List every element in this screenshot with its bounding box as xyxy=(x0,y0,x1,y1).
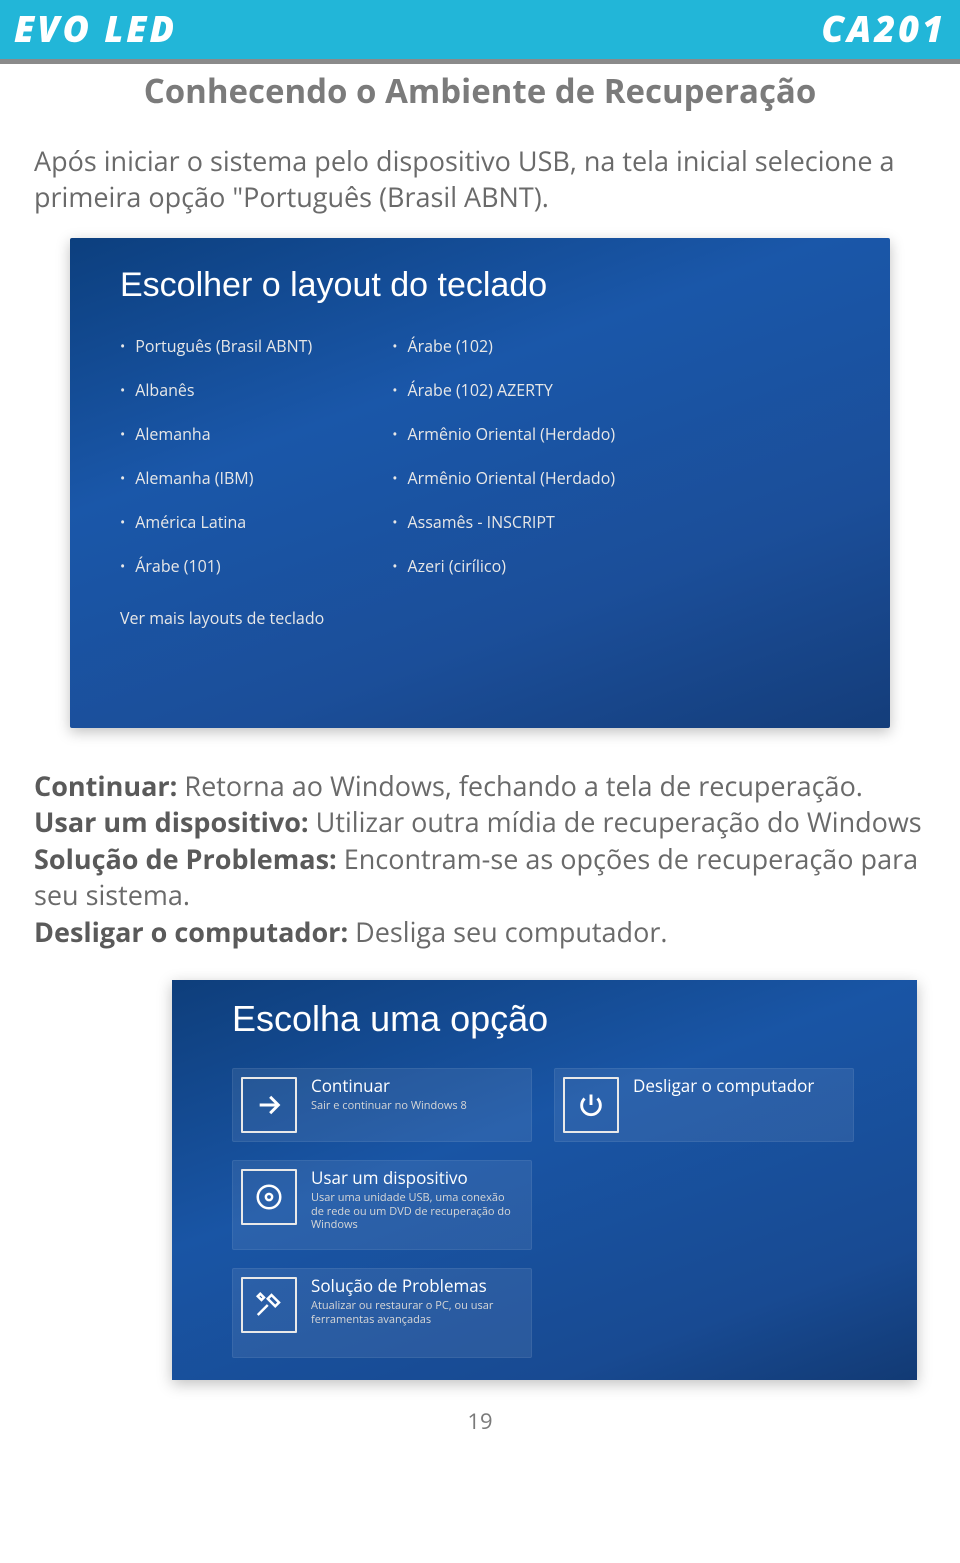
arrow-right-icon xyxy=(241,1077,297,1133)
def-continuar-text: Retorna ao Windows, fechando a tela de r… xyxy=(177,767,863,804)
tile-desligar[interactable]: Desligar o computador xyxy=(554,1068,854,1142)
def-usar-label: Usar um dispositivo: xyxy=(34,803,309,840)
disc-icon xyxy=(241,1169,297,1225)
keyboard-col-2: Árabe (102) Árabe (102) AZERTY Armênio O… xyxy=(392,335,615,577)
keyboard-option[interactable]: Alemanha xyxy=(120,423,312,445)
keyboard-option[interactable]: Alemanha (IBM) xyxy=(120,467,312,489)
tile-solucao-problemas[interactable]: Solução de Problemas Atualizar ou restau… xyxy=(232,1268,532,1358)
keyboard-option[interactable]: Armênio Oriental (Herdado) xyxy=(392,467,615,489)
tile-subtitle: Atualizar ou restaurar o PC, ou usar fer… xyxy=(311,1299,519,1327)
keyboard-option[interactable]: Assamês - INSCRIPT xyxy=(392,511,615,533)
choose-option-title: Escolha uma opção xyxy=(232,998,877,1040)
keyboard-col-1: Português (Brasil ABNT) Albanês Alemanha… xyxy=(120,335,312,577)
keyboard-option[interactable]: Armênio Oriental (Herdado) xyxy=(392,423,615,445)
def-usar-text: Utilizar outra mídia de recuperação do W… xyxy=(309,803,922,840)
keyboard-option[interactable]: Árabe (102) AZERTY xyxy=(392,379,615,401)
tile-title: Continuar xyxy=(311,1077,467,1096)
tile-subtitle: Usar uma unidade USB, uma conexão de red… xyxy=(311,1191,519,1232)
tools-icon xyxy=(241,1277,297,1333)
tile-usar-dispositivo[interactable]: Usar um dispositivo Usar uma unidade USB… xyxy=(232,1160,532,1250)
keyboard-option[interactable]: Árabe (102) xyxy=(392,335,615,357)
keyboard-more-link[interactable]: Ver mais layouts de teclado xyxy=(120,607,840,629)
keyboard-option[interactable]: Azeri (cirílico) xyxy=(392,555,615,577)
brand-right: CA201 xyxy=(821,4,946,53)
tile-subtitle: Sair e continuar no Windows 8 xyxy=(311,1099,467,1113)
intro-paragraph: Após iniciar o sistema pelo dispositivo … xyxy=(34,143,926,216)
def-desligar-text: Desliga seu computador. xyxy=(348,913,667,950)
power-icon xyxy=(563,1077,619,1133)
screenshot-choose-option: Escolha uma opção Continuar Sair e conti… xyxy=(172,980,917,1380)
tile-continuar[interactable]: Continuar Sair e continuar no Windows 8 xyxy=(232,1068,532,1142)
brand-left: EVO LED xyxy=(14,4,177,53)
section-title: Conhecendo o Ambiente de Recuperação xyxy=(0,68,960,113)
keyboard-option[interactable]: Português (Brasil ABNT) xyxy=(120,335,312,357)
def-desligar-label: Desligar o computador: xyxy=(34,913,348,950)
tile-title: Solução de Problemas xyxy=(311,1277,519,1296)
header-bar: EVO LED CA201 xyxy=(0,0,960,64)
tile-title: Usar um dispositivo xyxy=(311,1169,519,1188)
def-continuar-label: Continuar: xyxy=(34,767,177,804)
keyboard-option[interactable]: América Latina xyxy=(120,511,312,533)
tile-title: Desligar o computador xyxy=(633,1077,814,1096)
keyboard-layout-title: Escolher o layout do teclado xyxy=(120,266,840,305)
keyboard-option[interactable]: Árabe (101) xyxy=(120,555,312,577)
page-number: 19 xyxy=(0,1406,960,1436)
definitions-block: Continuar: Retorna ao Windows, fechando … xyxy=(34,768,926,950)
screenshot-keyboard-layout: Escolher o layout do teclado Português (… xyxy=(70,238,890,728)
def-solucao-label: Solução de Problemas: xyxy=(34,840,337,877)
keyboard-option[interactable]: Albanês xyxy=(120,379,312,401)
